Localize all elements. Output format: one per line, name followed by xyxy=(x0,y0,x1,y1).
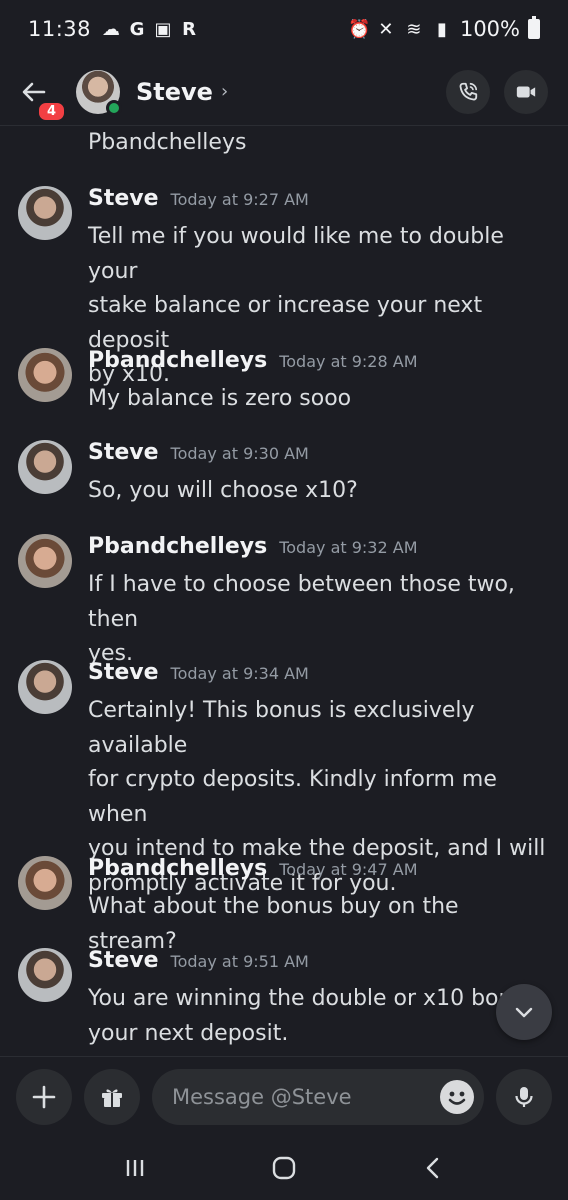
voice-call-button[interactable] xyxy=(446,69,490,114)
chevron-down-icon xyxy=(515,1007,533,1018)
message-line: My balance is zero sooo xyxy=(88,386,352,411)
jump-to-bottom-button[interactable] xyxy=(496,984,552,1040)
message-timestamp: Today at 9:32 AM xyxy=(279,538,418,557)
avatar[interactable] xyxy=(18,948,72,1002)
message-timestamp: Today at 9:28 AM xyxy=(279,352,418,371)
microphone-icon xyxy=(515,1086,533,1107)
status-bar: 11:38 ☁ G ▣ R ⏰ ✕ ≋ ▮ 100% xyxy=(0,0,568,58)
message-composer xyxy=(0,1056,568,1136)
message-timestamp: Today at 9:47 AM xyxy=(279,860,418,879)
message-timestamp: Today at 9:51 AM xyxy=(170,952,309,971)
home-icon xyxy=(272,1156,296,1180)
voice-message-button[interactable] xyxy=(496,1068,552,1125)
message-line: Certainly! This bonus is exclusively ava… xyxy=(88,698,475,758)
gift-icon xyxy=(102,1089,122,1107)
mute-icon: ✕ xyxy=(378,18,394,40)
message-input[interactable] xyxy=(172,1084,440,1109)
message-text: If I have to choose between those two, t… xyxy=(88,568,554,672)
alarm-icon: ⏰ xyxy=(347,18,371,40)
back-button[interactable]: 4 xyxy=(20,68,68,123)
message-line: your next deposit. xyxy=(88,1020,289,1046)
message-text: My balance is zero sooo xyxy=(88,382,554,417)
message-timestamp: Today at 9:34 AM xyxy=(170,664,309,683)
message-author[interactable]: Pbandchelleys xyxy=(88,856,267,881)
message-text: Pbandchelleys xyxy=(88,130,247,155)
recent-apps-button[interactable] xyxy=(105,1143,165,1193)
video-call-button[interactable] xyxy=(504,69,548,114)
channel-header: 4 Steve › xyxy=(0,58,568,126)
avatar[interactable] xyxy=(18,186,72,240)
wifi-icon: ≋ xyxy=(406,18,422,40)
back-nav-button[interactable] xyxy=(403,1143,463,1193)
phone-icon xyxy=(459,82,478,100)
message-text: So, you will choose x10? xyxy=(88,474,554,509)
message-list[interactable]: Pbandchelleys Steve Today at 9:27 AM Tel… xyxy=(0,126,568,1056)
message-line: for crypto deposits. Kindly inform me wh… xyxy=(88,767,497,827)
recent-apps-icon xyxy=(126,1160,143,1176)
message-timestamp: Today at 9:30 AM xyxy=(170,444,309,463)
message-author[interactable]: Pbandchelleys xyxy=(88,534,267,559)
message-line: If I have to choose between those two, t… xyxy=(88,572,515,632)
message-timestamp: Today at 9:27 AM xyxy=(170,190,309,209)
battery-percent: 100% xyxy=(459,17,520,41)
avatar[interactable] xyxy=(18,440,72,494)
add-attachment-button[interactable] xyxy=(16,1068,72,1125)
message-input-wrapper xyxy=(152,1068,484,1125)
gallery-icon: ▣ xyxy=(154,18,172,40)
home-button[interactable] xyxy=(254,1143,314,1193)
system-nav-bar xyxy=(0,1136,568,1200)
message-line: You are winning the double or x10 bonus xyxy=(88,986,538,1011)
avatar[interactable] xyxy=(18,348,72,402)
r-app-icon: R xyxy=(182,18,196,40)
signal-icon: ▮ xyxy=(437,18,447,40)
message-text: You are winning the double or x10 bonus … xyxy=(88,982,554,1051)
chevron-left-icon xyxy=(427,1157,439,1179)
message-line: Tell me if you would like me to double y… xyxy=(88,224,504,284)
contact-name[interactable]: Steve xyxy=(136,78,213,106)
video-camera-icon xyxy=(516,86,536,97)
status-time: 11:38 xyxy=(28,17,92,41)
cloud-icon: ☁ xyxy=(102,18,121,40)
emoji-button[interactable] xyxy=(440,1079,474,1114)
smiley-icon xyxy=(448,1091,466,1105)
avatar[interactable] xyxy=(76,69,122,116)
plus-icon xyxy=(32,1085,56,1108)
online-status-icon xyxy=(106,99,122,116)
gift-button[interactable] xyxy=(84,1068,140,1125)
avatar[interactable] xyxy=(18,534,72,588)
message-author[interactable]: Steve xyxy=(88,660,159,685)
message-author[interactable]: Steve xyxy=(88,440,159,465)
message-author[interactable]: Steve xyxy=(88,186,159,211)
chevron-right-icon[interactable]: › xyxy=(221,81,228,102)
message-author[interactable]: Pbandchelleys xyxy=(88,348,267,373)
avatar[interactable] xyxy=(18,660,72,714)
message-line: So, you will choose x10? xyxy=(88,478,358,503)
message-author[interactable]: Steve xyxy=(88,948,159,973)
avatar[interactable] xyxy=(18,856,72,910)
unread-badge: 4 xyxy=(36,99,68,123)
battery-icon xyxy=(528,16,540,39)
google-icon: G xyxy=(129,18,145,40)
